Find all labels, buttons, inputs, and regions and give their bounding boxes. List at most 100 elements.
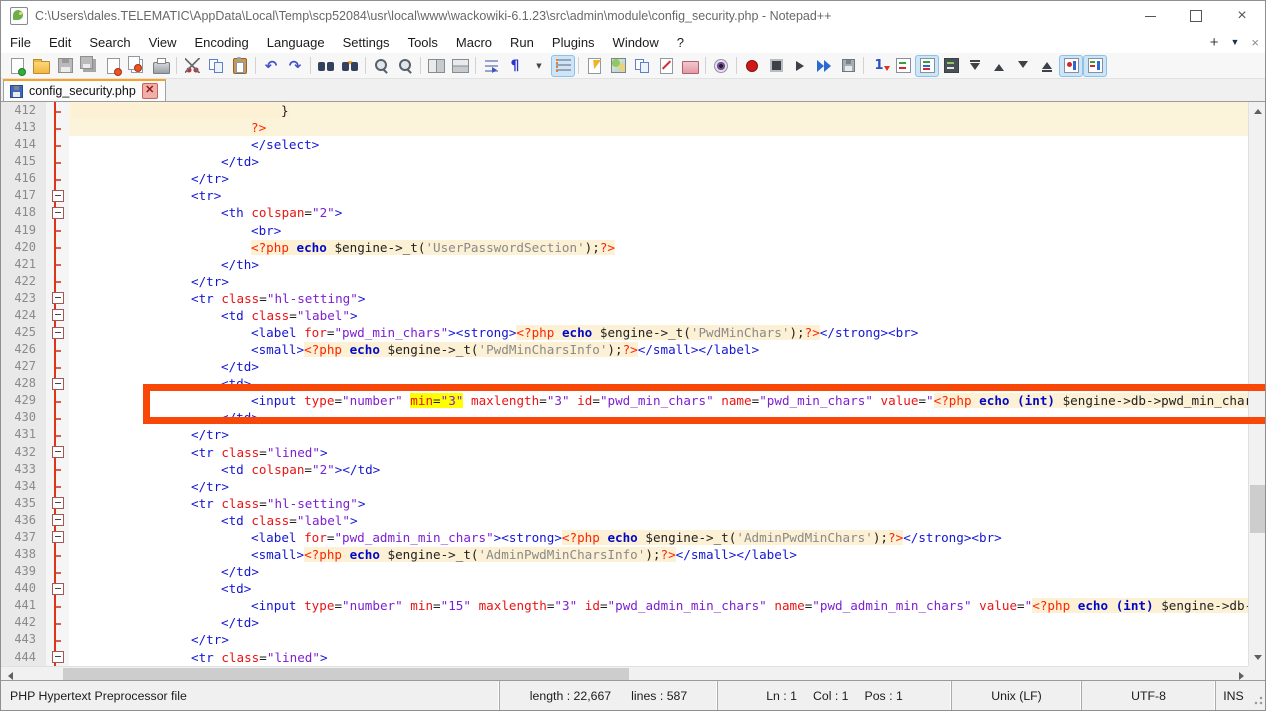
- zoom-in-icon[interactable]: [369, 55, 393, 77]
- open-file-icon[interactable]: [29, 55, 53, 77]
- word-wrap-icon[interactable]: [479, 55, 503, 77]
- code-line[interactable]: 428 <td>: [1, 375, 1250, 392]
- code-line[interactable]: 443 </tr>: [1, 631, 1250, 648]
- status-insert-mode[interactable]: INS: [1215, 681, 1251, 710]
- code-line[interactable]: 417 <tr>: [1, 187, 1250, 204]
- tab-list-caret-icon[interactable]: ▼: [1230, 37, 1239, 47]
- code-line[interactable]: 419 <br>: [1, 222, 1250, 239]
- compare-icon[interactable]: [891, 55, 915, 77]
- menu-item-language[interactable]: Language: [258, 33, 334, 52]
- code-line[interactable]: 430 </td>: [1, 409, 1250, 426]
- find-icon[interactable]: [314, 55, 338, 77]
- fold-marker[interactable]: [46, 580, 69, 597]
- code-line[interactable]: 438 <small><?php echo $engine->_t('Admin…: [1, 546, 1250, 563]
- close-file-icon[interactable]: [101, 55, 125, 77]
- minimize-button[interactable]: [1127, 1, 1173, 31]
- code-line[interactable]: 420 <?php echo $engine->_t('UserPassword…: [1, 239, 1250, 256]
- close-all-icon[interactable]: [125, 55, 149, 77]
- doc-edit-icon[interactable]: [654, 55, 678, 77]
- zoom-out-icon[interactable]: [393, 55, 417, 77]
- indent-guide-icon[interactable]: [551, 55, 575, 77]
- code-line[interactable]: 442 </td>: [1, 614, 1250, 631]
- compare-summary-icon[interactable]: [1083, 55, 1107, 77]
- code-line[interactable]: 439 </td>: [1, 563, 1250, 580]
- sync-horizontal-scroll-icon[interactable]: [448, 55, 472, 77]
- code-line[interactable]: 416 </tr>: [1, 170, 1250, 187]
- code-line[interactable]: 415 </td>: [1, 153, 1250, 170]
- code-line[interactable]: 418 <th colspan="2">: [1, 204, 1250, 221]
- macro-save-icon[interactable]: [836, 55, 860, 77]
- fold-marker[interactable]: [46, 495, 69, 512]
- code-line[interactable]: 433 <td colspan="2"></td>: [1, 461, 1250, 478]
- folder-as-workspace-icon[interactable]: [678, 55, 702, 77]
- monitoring-eye-icon[interactable]: [709, 55, 733, 77]
- macro-record-icon[interactable]: [740, 55, 764, 77]
- menu-item-encoding[interactable]: Encoding: [186, 33, 258, 52]
- save-all-icon[interactable]: [77, 55, 101, 77]
- code-editor[interactable]: 412 }413 ?>414 </select>415 </td>416 </t…: [1, 102, 1250, 666]
- show-all-characters-icon[interactable]: ¶: [503, 55, 527, 77]
- code-line[interactable]: 412 }: [1, 102, 1250, 119]
- code-line[interactable]: 436 <td class="label">: [1, 512, 1250, 529]
- sync-vertical-scroll-icon[interactable]: [424, 55, 448, 77]
- menu-item-file[interactable]: File: [1, 33, 40, 52]
- fold-marker[interactable]: [46, 307, 69, 324]
- tab-config-security[interactable]: config_security.php ✕: [3, 79, 166, 101]
- code-line[interactable]: 431 </tr>: [1, 426, 1250, 443]
- code-line[interactable]: 414 </select>: [1, 136, 1250, 153]
- function-list-icon[interactable]: [582, 55, 606, 77]
- code-line[interactable]: 444 <tr class="lined">: [1, 649, 1250, 666]
- print-icon[interactable]: [149, 55, 173, 77]
- code-line[interactable]: 437 <label for="pwd_admin_min_chars"><st…: [1, 529, 1250, 546]
- document-map-icon[interactable]: [606, 55, 630, 77]
- first-diff-icon[interactable]: [963, 55, 987, 77]
- copy-icon[interactable]: [204, 55, 228, 77]
- prev-diff-icon[interactable]: [987, 55, 1011, 77]
- next-diff-icon[interactable]: [1011, 55, 1035, 77]
- vertical-scrollbar[interactable]: [1248, 102, 1265, 666]
- code-line[interactable]: 424 <td class="label">: [1, 307, 1250, 324]
- paste-icon[interactable]: [228, 55, 252, 77]
- code-line[interactable]: 421 </th>: [1, 256, 1250, 273]
- fold-marker[interactable]: [46, 529, 69, 546]
- compare-set-first-icon[interactable]: 1: [867, 55, 891, 77]
- close-button[interactable]: ×: [1219, 1, 1265, 31]
- code-line[interactable]: 434 </tr>: [1, 478, 1250, 495]
- last-diff-icon[interactable]: [1035, 55, 1059, 77]
- code-line[interactable]: 413 ?>: [1, 119, 1250, 136]
- fold-marker[interactable]: [46, 444, 69, 461]
- fold-marker[interactable]: [46, 204, 69, 221]
- scroll-up-arrow-icon[interactable]: [1249, 102, 1266, 119]
- fold-marker[interactable]: [46, 324, 69, 341]
- code-line[interactable]: 441 <input type="number" min="15" maxlen…: [1, 597, 1250, 614]
- new-file-icon[interactable]: [5, 55, 29, 77]
- new-tab-button[interactable]: +: [1210, 34, 1219, 51]
- menu-item-search[interactable]: Search: [80, 33, 139, 52]
- fold-marker[interactable]: [46, 375, 69, 392]
- menu-item-plugins[interactable]: Plugins: [543, 33, 604, 52]
- macro-stop-icon[interactable]: [764, 55, 788, 77]
- code-line[interactable]: 432 <tr class="lined">: [1, 444, 1250, 461]
- status-eol-format[interactable]: Unix (LF): [951, 681, 1081, 710]
- menu-item-run[interactable]: Run: [501, 33, 543, 52]
- menu-item-tools[interactable]: Tools: [399, 33, 447, 52]
- compare-nav-bar-icon[interactable]: [1059, 55, 1083, 77]
- menu-item-view[interactable]: View: [140, 33, 186, 52]
- close-doc-button[interactable]: ×: [1251, 35, 1259, 50]
- symbol-dropdown-caret-icon[interactable]: ▼: [527, 55, 551, 77]
- code-line[interactable]: 429 <input type="number" min="3" maxleng…: [1, 392, 1250, 409]
- menu-item-window[interactable]: Window: [604, 33, 668, 52]
- status-encoding[interactable]: UTF-8: [1081, 681, 1215, 710]
- fold-marker[interactable]: [46, 512, 69, 529]
- fold-marker[interactable]: [46, 649, 69, 666]
- redo-icon[interactable]: ↷: [283, 55, 307, 77]
- menu-item-edit[interactable]: Edit: [40, 33, 80, 52]
- fold-marker[interactable]: [46, 290, 69, 307]
- code-line[interactable]: 422 </tr>: [1, 273, 1250, 290]
- scroll-down-arrow-icon[interactable]: [1249, 649, 1266, 666]
- code-line[interactable]: 440 <td>: [1, 580, 1250, 597]
- macro-play-icon[interactable]: [788, 55, 812, 77]
- code-line[interactable]: 425 <label for="pwd_min_chars"><strong><…: [1, 324, 1250, 341]
- compare-settings-icon[interactable]: [939, 55, 963, 77]
- document-list-icon[interactable]: [630, 55, 654, 77]
